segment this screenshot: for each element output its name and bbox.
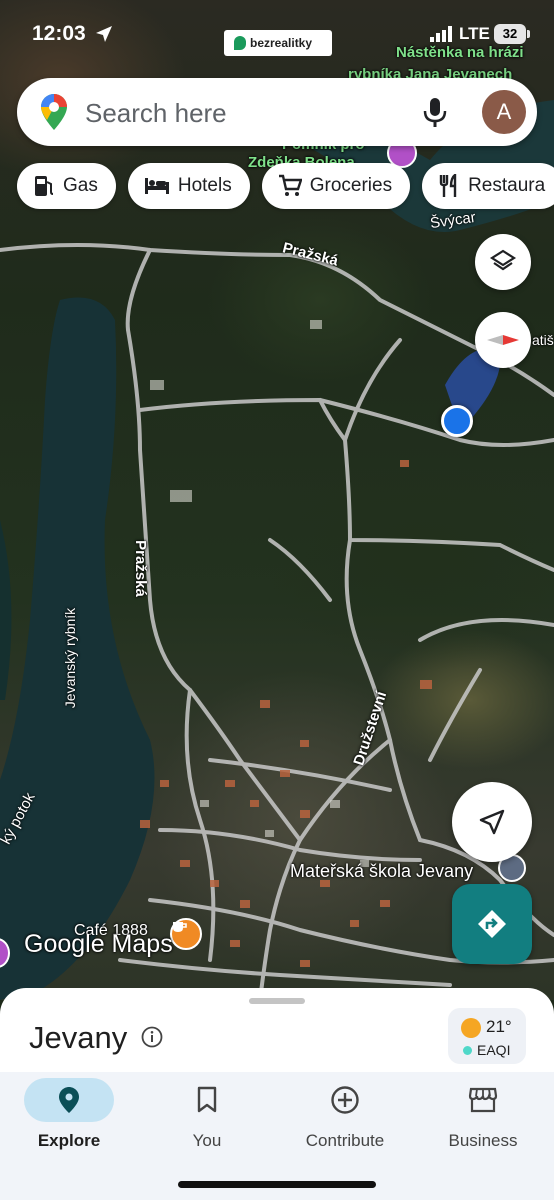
bookmark-icon	[197, 1086, 217, 1113]
chip-restaurants-label: Restaura	[468, 175, 546, 196]
bezrealitky-logo-icon	[234, 36, 246, 50]
nav-explore[interactable]: Explore	[0, 1072, 138, 1162]
user-location-dot	[441, 405, 473, 437]
gas-station-icon	[35, 176, 54, 196]
storefront-icon	[468, 1087, 498, 1113]
map-label-rybnik[interactable]: Jevanský rybník	[62, 608, 78, 708]
sheet-drag-handle[interactable]	[249, 998, 305, 1004]
nav-explore-label: Explore	[37, 1131, 101, 1150]
category-chips: Gas Hotels Groceries Restaura	[17, 163, 554, 209]
home-indicator[interactable]	[178, 1181, 376, 1188]
nav-business-label: Business	[448, 1131, 518, 1150]
google-maps-pin-icon	[41, 94, 67, 130]
navigation-arrow-icon	[479, 809, 505, 835]
microphone-icon[interactable]	[422, 94, 448, 130]
weather-temperature: 21°	[486, 1017, 512, 1036]
location-arrow-icon	[96, 26, 112, 42]
info-icon[interactable]	[141, 1026, 163, 1048]
add-circle-icon	[331, 1086, 359, 1114]
bed-icon	[144, 178, 169, 194]
nav-contribute[interactable]: Contribute	[276, 1072, 414, 1162]
search-input[interactable]: Search here	[85, 98, 227, 129]
ad-badge-label: bezrealitky	[250, 36, 313, 50]
search-bar[interactable]: Search here A	[17, 78, 537, 146]
chip-groceries[interactable]: Groceries	[261, 163, 411, 209]
map-label-prazska-vertical: Pražská	[131, 540, 149, 597]
map-label-edge: atiš	[532, 332, 554, 348]
chip-groceries-label: Groceries	[309, 175, 393, 196]
air-quality-label: EAQI	[477, 1042, 511, 1058]
fork-knife-icon	[439, 174, 457, 197]
nav-contribute-label: Contribute	[305, 1131, 385, 1150]
battery-icon: 32	[494, 24, 526, 44]
location-pin-icon	[59, 1087, 79, 1113]
layers-button[interactable]	[475, 234, 531, 290]
place-bottom-sheet[interactable]: Jevany 21° EAQI	[0, 988, 554, 1078]
place-title: Jevany	[29, 1020, 128, 1055]
nav-business[interactable]: Business	[414, 1072, 552, 1162]
map-label-skola[interactable]: Mateřská škola Jevany	[290, 861, 473, 882]
cafe-poi-icon[interactable]	[170, 918, 202, 950]
compass-button[interactable]	[475, 312, 531, 368]
chip-gas[interactable]: Gas	[17, 163, 116, 209]
my-location-button[interactable]	[452, 782, 532, 862]
nav-you-label: You	[192, 1131, 222, 1150]
cellular-signal-icon	[430, 26, 452, 42]
nav-you[interactable]: You	[138, 1072, 276, 1162]
cart-icon	[278, 174, 302, 196]
directions-icon	[478, 910, 506, 938]
compass-icon	[487, 335, 519, 345]
chip-hotels-label: Hotels	[177, 175, 232, 196]
chip-hotels[interactable]: Hotels	[127, 163, 250, 209]
battery-tip	[527, 30, 530, 38]
network-type: LTE	[459, 24, 490, 43]
weather-widget[interactable]: 21° EAQI	[448, 1008, 526, 1064]
directions-button[interactable]	[452, 884, 532, 964]
google-maps-logo: Google Maps	[24, 930, 173, 958]
layers-icon	[489, 249, 517, 271]
sun-icon	[461, 1018, 481, 1038]
avatar[interactable]: A	[482, 90, 526, 134]
status-time: 12:03	[32, 22, 86, 45]
ad-badge[interactable]: bezrealitky	[224, 30, 332, 56]
chip-gas-label: Gas	[63, 175, 98, 196]
chip-restaurants[interactable]: Restaura	[422, 163, 554, 209]
air-quality-dot	[463, 1046, 472, 1055]
